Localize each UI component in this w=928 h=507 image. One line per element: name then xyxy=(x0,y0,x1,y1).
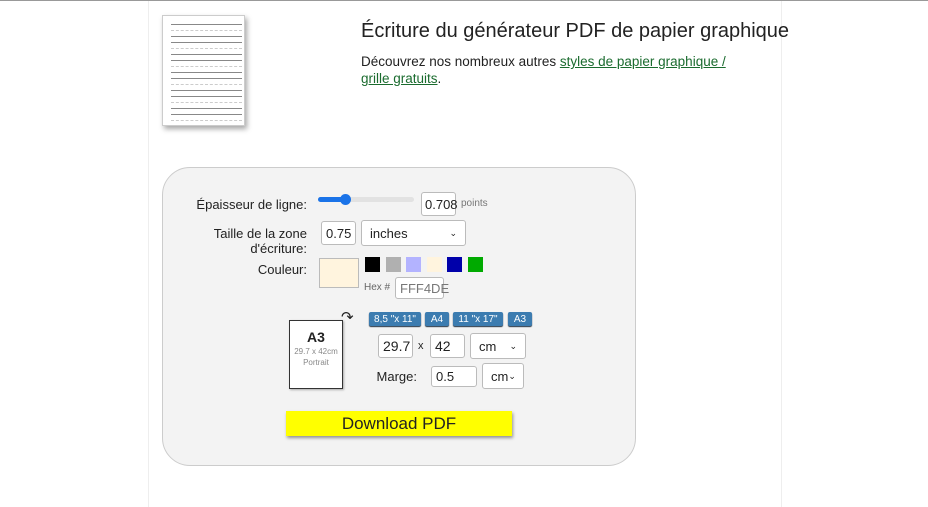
thumb-line xyxy=(171,60,242,61)
line-thickness-label: Épaisseur de ligne: xyxy=(196,197,307,212)
thumb-line xyxy=(171,66,242,67)
thumb-line xyxy=(171,36,242,37)
slider-thumb[interactable] xyxy=(339,194,351,205)
content-border-right xyxy=(781,1,782,507)
swatch-lavender[interactable] xyxy=(406,257,421,272)
chevron-down-icon: ⌄ xyxy=(508,370,516,381)
hex-input[interactable]: FFF4DE xyxy=(395,277,449,299)
writing-zone-label: Taille de la zone d'écriture: xyxy=(213,226,307,256)
margin-input[interactable]: 0.5 xyxy=(431,366,477,387)
current-color-preview[interactable] xyxy=(319,258,359,288)
thumb-line xyxy=(171,42,242,43)
content-border-left xyxy=(148,1,149,507)
chevron-down-icon: ⌄ xyxy=(449,227,457,238)
thumb-line xyxy=(171,90,242,91)
paper-width-input[interactable]: 29.7 xyxy=(378,334,413,358)
download-pdf-button[interactable]: Download PDF xyxy=(286,411,512,436)
swatch-green[interactable] xyxy=(468,257,483,272)
chevron-down-icon: ⌄ xyxy=(509,340,517,351)
writing-zone-input[interactable]: 0.75 xyxy=(321,221,356,245)
top-border xyxy=(0,0,928,1)
writing-zone-unit-select[interactable]: inches ⌄ xyxy=(361,220,466,246)
thumb-line xyxy=(171,96,242,97)
dimension-separator: x xyxy=(418,340,424,352)
unit-value: inches xyxy=(370,225,408,241)
thumb-line xyxy=(171,114,242,115)
unit-value: cm xyxy=(479,338,497,354)
line-thickness-input[interactable]: 0.708 xyxy=(421,192,458,216)
paper-size-preview: A3 29.7 x 42cm Portrait xyxy=(289,320,343,389)
preset-tabloid-button[interactable]: 11 "x 17" xyxy=(453,312,503,326)
swatch-black[interactable] xyxy=(365,257,380,272)
swatch-navy[interactable] xyxy=(447,257,462,272)
swatch-gray[interactable] xyxy=(386,257,401,272)
paper-name: A3 xyxy=(307,329,325,345)
page-title: Écriture du générateur PDF de papier gra… xyxy=(361,20,790,42)
thumb-line xyxy=(171,84,242,85)
preset-a4-button[interactable]: A4 xyxy=(425,312,449,326)
thumb-line xyxy=(171,78,242,79)
preset-letter-button[interactable]: 8,5 "x 11" xyxy=(369,312,421,326)
margin-unit-select[interactable]: cm ⌄ xyxy=(482,363,524,389)
thumb-line xyxy=(171,30,242,31)
paper-preview-thumbnail xyxy=(162,15,245,126)
thumb-line xyxy=(171,120,242,121)
line-thickness-slider[interactable] xyxy=(318,194,414,205)
page-description: Découvrez nos nombreux autres styles de … xyxy=(361,54,726,86)
thumb-line xyxy=(171,108,242,109)
preset-a3-button[interactable]: A3 xyxy=(508,312,532,326)
color-label: Couleur: xyxy=(257,262,307,277)
margin-label: Marge: xyxy=(376,369,417,384)
unit-value: cm xyxy=(491,368,509,384)
thumb-line xyxy=(171,48,242,49)
paper-size: 29.7 x 42cm xyxy=(294,347,338,356)
thumb-line xyxy=(171,24,242,25)
paper-unit-select[interactable]: cm ⌄ xyxy=(470,333,526,359)
thumb-line xyxy=(171,72,242,73)
thumb-line xyxy=(171,102,242,103)
rotate-icon[interactable]: ↷ xyxy=(341,308,354,326)
swatch-cream[interactable] xyxy=(427,257,442,272)
points-unit-label: points xyxy=(461,198,488,209)
paper-height-input[interactable]: 42 xyxy=(430,334,465,358)
paper-orientation: Portrait xyxy=(303,358,329,367)
thumb-line xyxy=(171,54,242,55)
hex-label: Hex # xyxy=(364,282,391,293)
